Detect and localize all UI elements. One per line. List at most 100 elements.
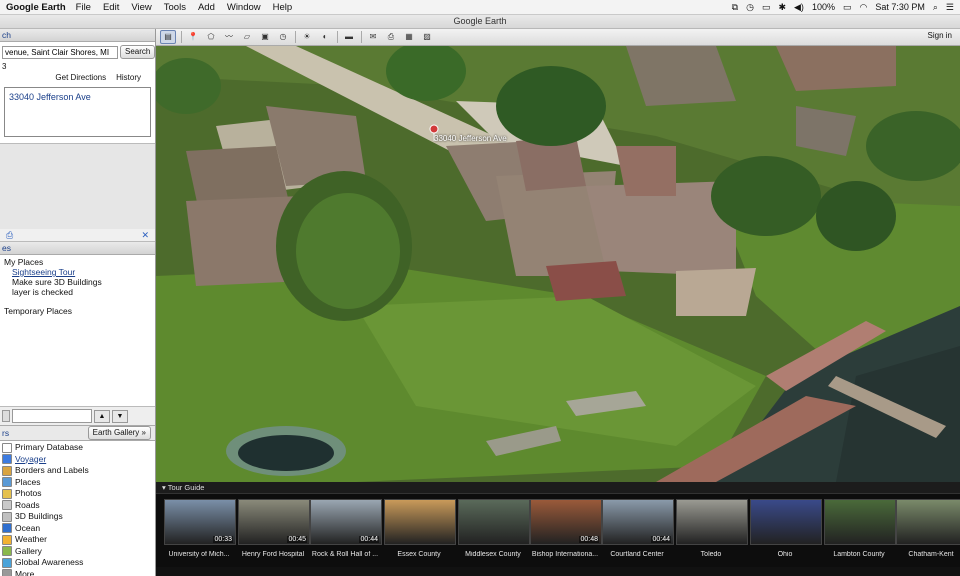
tour-guide-header[interactable]: ▾ Tour Guide: [156, 482, 960, 494]
tour-item[interactable]: Chatham-Kent: [896, 499, 960, 558]
close-icon[interactable]: ✕: [141, 230, 149, 241]
tour-thumbnail: 00:44: [602, 499, 674, 545]
menu-window[interactable]: Window: [227, 2, 261, 13]
clock-machine-icon[interactable]: ◷: [746, 2, 754, 13]
layer-label: Photos: [15, 488, 42, 498]
get-directions-link[interactable]: Get Directions: [55, 73, 106, 82]
search-input[interactable]: [2, 45, 118, 59]
ruler-icon[interactable]: ▬: [342, 31, 356, 43]
layer-label: Borders and Labels: [15, 465, 89, 475]
record-tour-icon[interactable]: ▣: [258, 31, 272, 43]
layer-item[interactable]: Ocean: [2, 523, 153, 535]
tour-item[interactable]: 00:44 Courtland Center: [602, 499, 674, 558]
notification-center-icon[interactable]: ☰: [946, 2, 954, 13]
tour-title: Rock & Roll Hall of ...: [311, 551, 379, 558]
sign-in-link[interactable]: Sign in: [928, 31, 952, 40]
sightseeing-tour-link[interactable]: Sightseeing Tour: [12, 267, 75, 277]
sightseeing-tour-item[interactable]: Sightseeing Tour: [4, 267, 151, 277]
tour-thumbnail: [824, 499, 896, 545]
menu-tools[interactable]: Tools: [164, 2, 186, 13]
menu-view[interactable]: View: [131, 2, 151, 13]
search-row: Search: [0, 42, 155, 62]
polygon-icon[interactable]: ⬠: [204, 31, 218, 43]
layer-label: Primary Database: [15, 442, 84, 452]
planets-icon[interactable]: ◐: [318, 31, 332, 43]
layer-item[interactable]: Global Awareness: [2, 557, 153, 569]
search-button[interactable]: Search: [120, 45, 155, 59]
menu-edit[interactable]: Edit: [103, 2, 119, 13]
tour-thumbnail: 00:48: [530, 499, 602, 545]
layer-item[interactable]: Places: [2, 477, 153, 489]
layer-item[interactable]: Primary Database: [2, 442, 153, 454]
history-link[interactable]: History: [116, 73, 141, 82]
layer-item[interactable]: Roads: [2, 500, 153, 512]
layer-item[interactable]: Gallery: [2, 546, 153, 558]
airplay-icon[interactable]: ▭: [762, 2, 771, 13]
tour-duration: 00:48: [579, 536, 599, 543]
aerial-imagery: [156, 46, 960, 482]
menu-file[interactable]: File: [76, 2, 91, 13]
search-panel-header[interactable]: ch: [0, 29, 155, 42]
move-up-button[interactable]: ▲: [94, 409, 110, 423]
maps-icon[interactable]: ▨: [420, 31, 434, 43]
tour-item[interactable]: Essex County: [384, 499, 456, 558]
layer-item[interactable]: Photos: [2, 488, 153, 500]
layer-item[interactable]: More: [2, 569, 153, 576]
tour-title: Lambton County: [833, 551, 885, 558]
email-icon[interactable]: ✉: [366, 31, 380, 43]
places-filter-input[interactable]: [12, 409, 92, 423]
tour-title: Courtland Center: [610, 551, 664, 558]
spotlight-icon[interactable]: ⌕: [933, 2, 938, 13]
tour-item[interactable]: Ohio: [750, 499, 822, 558]
battery-icon[interactable]: ▭: [843, 2, 852, 13]
layer-item[interactable]: Voyager: [2, 454, 153, 466]
print-icon[interactable]: ⎙: [6, 230, 13, 241]
places-panel-header[interactable]: es: [0, 242, 155, 255]
mac-menubar: Google Earth File Edit View Tools Add Wi…: [0, 0, 960, 15]
tour-item[interactable]: 00:44 Rock & Roll Hall of ...: [310, 499, 382, 558]
voyager-icon: [2, 454, 12, 465]
ocean-icon: [2, 523, 12, 534]
overlay-icon[interactable]: ▱: [240, 31, 254, 43]
layer-item[interactable]: Borders and Labels: [2, 465, 153, 477]
tour-title: Essex County: [397, 551, 441, 558]
menu-help[interactable]: Help: [273, 2, 293, 13]
layer-item[interactable]: Weather: [2, 534, 153, 546]
dropbox-icon[interactable]: ⧉: [732, 2, 738, 13]
app-menu[interactable]: Google Earth: [6, 2, 66, 13]
my-places-item[interactable]: My Places: [4, 257, 151, 267]
tour-strip: 00:33 University of Mich... 00:45 Henry For…: [156, 494, 960, 566]
print-icon[interactable]: ⎙: [384, 31, 398, 43]
tour-title: Middlesex County: [465, 551, 521, 558]
tour-item[interactable]: 00:48 Bishop Internationa...: [530, 499, 602, 558]
bluetooth-icon[interactable]: ✱: [778, 2, 786, 13]
layers-panel-title[interactable]: rs: [0, 427, 9, 439]
menu-add[interactable]: Add: [198, 2, 215, 13]
map-view[interactable]: 33040 Jefferson Ave: [156, 46, 960, 482]
tour-item[interactable]: Lambton County: [824, 499, 896, 558]
earth-gallery-button[interactable]: Earth Gallery »: [87, 426, 151, 440]
places-search-toggle[interactable]: [2, 410, 10, 422]
historical-imagery-icon[interactable]: ◷: [276, 31, 290, 43]
search-result-item[interactable]: 33040 Jefferson Ave: [9, 92, 146, 102]
tour-item[interactable]: 00:45 Henry Ford Hospital: [238, 499, 310, 558]
move-down-button[interactable]: ▼: [112, 409, 128, 423]
path-icon[interactable]: 〰: [222, 31, 236, 43]
tour-item[interactable]: Middlesex County: [458, 499, 530, 558]
search-links: Get Directions History: [0, 71, 155, 84]
placemark-icon[interactable]: 📍: [186, 31, 200, 43]
volume-icon[interactable]: ◀): [794, 2, 804, 13]
battery-percent[interactable]: 100%: [812, 2, 835, 12]
temporary-places-item[interactable]: Temporary Places: [4, 306, 151, 316]
layer-item[interactable]: 3D Buildings: [2, 511, 153, 523]
sidebar-toggle-icon[interactable]: ▤: [160, 30, 176, 44]
wifi-icon[interactable]: ◠: [859, 2, 867, 13]
save-image-icon[interactable]: ▦: [402, 31, 416, 43]
tour-duration: 00:44: [651, 536, 671, 543]
placemark-label[interactable]: 33040 Jefferson Ave: [434, 134, 507, 143]
sun-icon[interactable]: ☀: [300, 31, 314, 43]
tour-item[interactable]: 00:33 University of Mich...: [164, 499, 236, 558]
menubar-clock[interactable]: Sat 7:30 PM: [875, 2, 925, 12]
toolbar-divider: [337, 31, 338, 43]
tour-item[interactable]: Toledo: [676, 499, 748, 558]
